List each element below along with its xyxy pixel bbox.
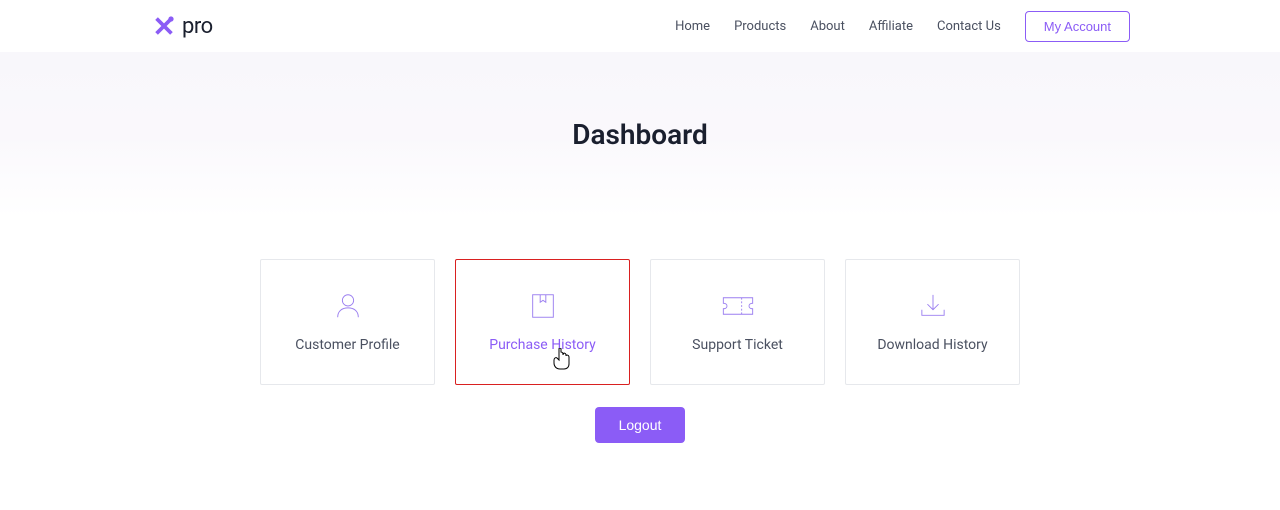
card-label: Download History: [877, 337, 987, 353]
card-customer-profile[interactable]: Customer Profile: [260, 259, 435, 385]
card-label: Purchase History: [489, 337, 595, 353]
card-download-history[interactable]: Download History: [845, 259, 1020, 385]
user-icon: [331, 291, 365, 321]
download-icon: [916, 291, 950, 321]
ticket-icon: [721, 291, 755, 321]
nav-link-home[interactable]: Home: [675, 19, 710, 34]
card-label: Support Ticket: [692, 337, 783, 353]
dashboard-cards: Customer Profile Purchase History Suppor…: [0, 259, 1280, 385]
card-label: Customer Profile: [295, 337, 399, 353]
logo[interactable]: pro: [150, 12, 213, 40]
hero: Dashboard: [0, 52, 1280, 217]
page-title: Dashboard: [572, 118, 708, 151]
logo-text: pro: [182, 14, 213, 39]
nav-link-products[interactable]: Products: [734, 19, 786, 34]
header: pro Home Products About Affiliate Contac…: [0, 0, 1280, 52]
nav-link-affiliate[interactable]: Affiliate: [869, 19, 913, 34]
shopping-bag-icon: [526, 291, 560, 321]
logout-button[interactable]: Logout: [595, 407, 686, 443]
card-purchase-history[interactable]: Purchase History: [455, 259, 630, 385]
card-support-ticket[interactable]: Support Ticket: [650, 259, 825, 385]
nav-link-about[interactable]: About: [810, 19, 845, 34]
logout-wrap: Logout: [0, 407, 1280, 443]
nav-link-contact[interactable]: Contact Us: [937, 19, 1001, 34]
main-nav: Home Products About Affiliate Contact Us…: [675, 11, 1130, 42]
logo-mark-icon: [150, 12, 178, 40]
my-account-button[interactable]: My Account: [1025, 11, 1130, 42]
